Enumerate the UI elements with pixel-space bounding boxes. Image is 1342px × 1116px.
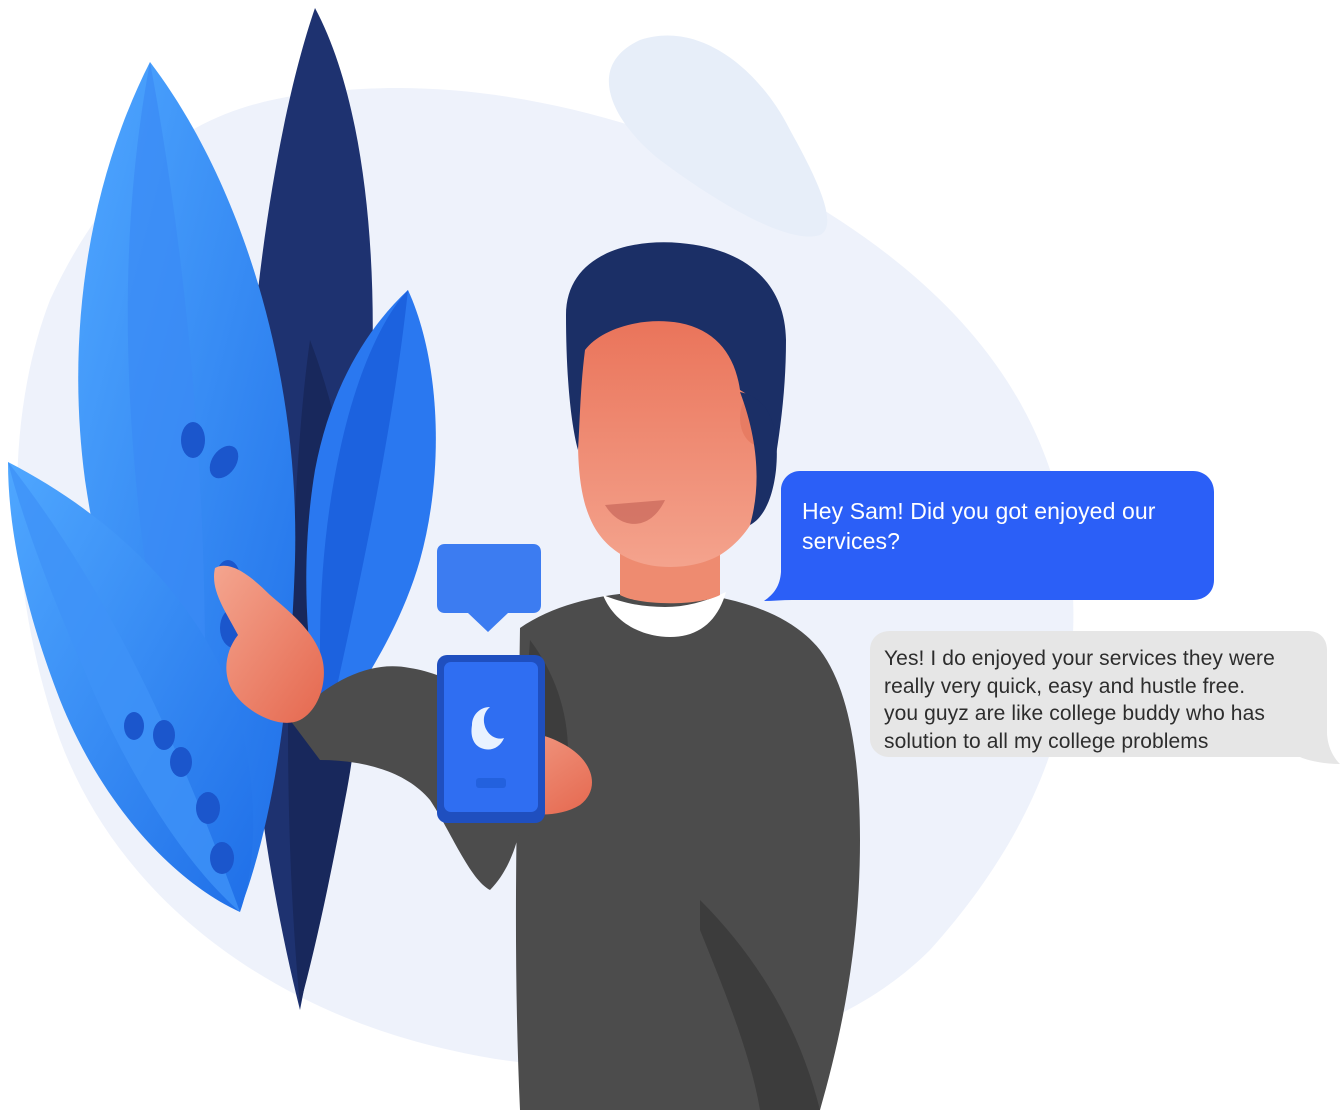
smartphone-icon — [437, 655, 545, 823]
chat-illustration-scene: Hey Sam! Did you got enjoyed our service… — [0, 0, 1342, 1111]
incoming-message-text: Hey Sam! Did you got enjoyed our service… — [802, 498, 1156, 554]
reply-message-text: Yes! I do enjoyed your services they wer… — [884, 647, 1275, 753]
